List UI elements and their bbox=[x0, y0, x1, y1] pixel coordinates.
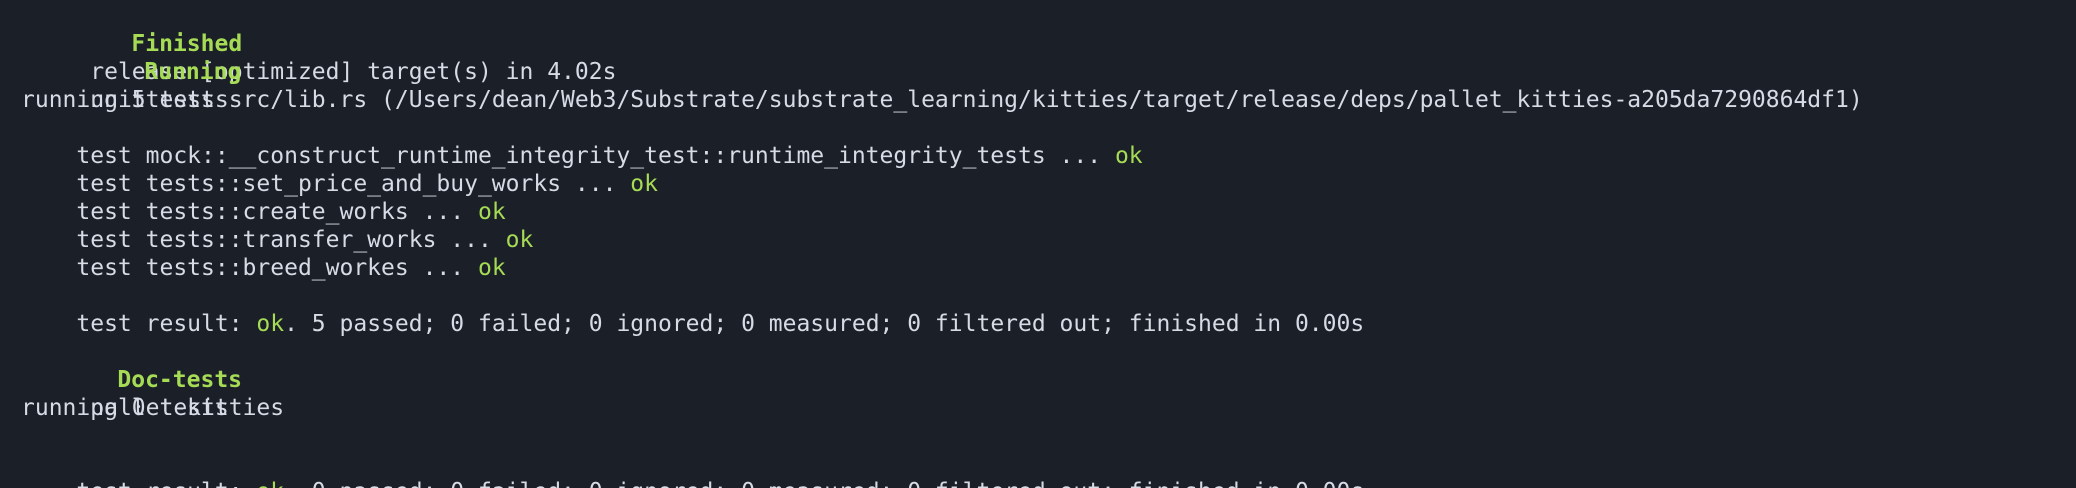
doc-tests-label: Doc-tests bbox=[117, 367, 243, 393]
test-result: ok bbox=[630, 171, 658, 197]
test-name: test tests::breed_workes ... bbox=[76, 255, 478, 281]
finished-status-line: Finished release [optimized] target(s) i… bbox=[21, 2, 616, 85]
test-result-line-2: test result: ok. 0 passed; 0 failed; 0 i… bbox=[21, 450, 1364, 488]
running-tests-line-2: running 0 tests bbox=[21, 395, 229, 421]
test-line: test tests::breed_workes ... ok bbox=[21, 226, 505, 281]
test-result: ok bbox=[477, 255, 506, 281]
terminal-window[interactable]: Finished release [optimized] target(s) i… bbox=[0, 0, 2076, 488]
test-result-ok: ok bbox=[256, 311, 285, 337]
test-result: ok bbox=[505, 227, 534, 253]
test-result: ok bbox=[1114, 143, 1143, 169]
running-message: unittests src/lib.rs (/Users/dean/Web3/S… bbox=[90, 87, 1863, 113]
running-status-line: Running unittests src/lib.rs (/Users/dea… bbox=[21, 30, 1862, 113]
test-line: test tests::transfer_works ... ok bbox=[21, 198, 533, 253]
running-tests-line-1: running 5 tests bbox=[21, 87, 229, 113]
doc-tests-line: Doc-tests pallet-kitties bbox=[21, 338, 284, 421]
test-result-summary: . 5 passed; 0 failed; 0 ignored; 0 measu… bbox=[284, 311, 1365, 337]
test-line: test tests::set_price_and_buy_works ... … bbox=[21, 142, 658, 197]
test-line: test tests::create_works ... ok bbox=[21, 170, 505, 225]
test-line: test mock::__construct_runtime_integrity… bbox=[21, 114, 1142, 169]
test-result-summary: . 0 passed; 0 failed; 0 ignored; 0 measu… bbox=[284, 479, 1364, 488]
test-result-prefix: test result: bbox=[76, 311, 257, 337]
running-label: Running bbox=[144, 59, 242, 85]
test-result-ok: ok bbox=[256, 479, 284, 488]
test-result-prefix: test result: bbox=[76, 479, 256, 488]
test-result-line-1: test result: ok. 5 passed; 0 failed; 0 i… bbox=[21, 282, 1364, 337]
